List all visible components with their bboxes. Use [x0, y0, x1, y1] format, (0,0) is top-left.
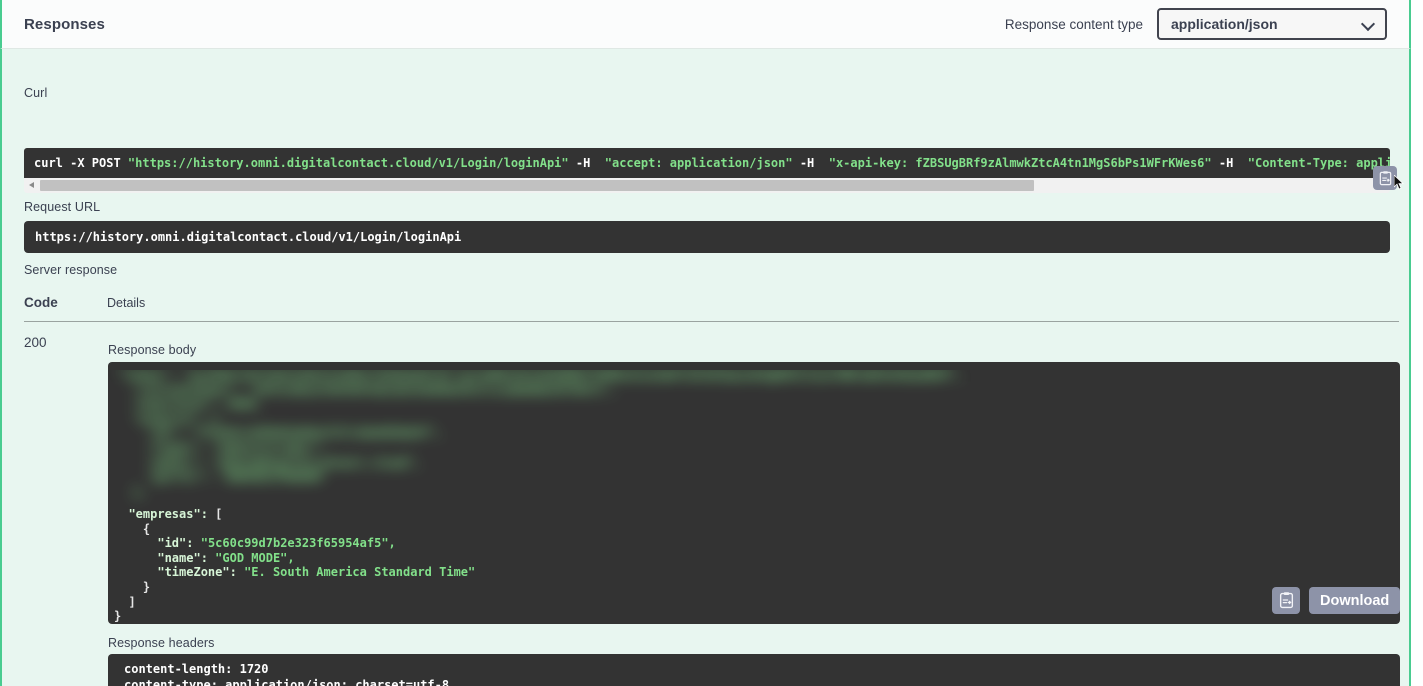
- curl-url: "https://history.omni.digitalcontact.clo…: [127, 156, 569, 170]
- response-headers-label: Response headers: [108, 636, 215, 650]
- responses-body-panel: Curl curl -X POST "https://history.omni.…: [0, 48, 1411, 686]
- curl-command-box[interactable]: curl -X POST "https://history.omni.digit…: [24, 148, 1390, 178]
- details-column-header: Details: [107, 296, 146, 310]
- response-body-json: "empresas": [ { "id": "5c60c99d7b2e323f6…: [114, 507, 475, 624]
- redacted-response-text: "token": "eyJhbGciOiJIUzI1NiIsInR5cCI6Ik…: [118, 370, 964, 499]
- status-code-value: 200: [24, 335, 47, 350]
- response-body-actions: Download: [1272, 587, 1401, 614]
- response-body-json-line: "id": "5c60c99d7b2e323f65954af5",: [157, 536, 396, 551]
- curl-header-apikey: "x-api-key: fZBSUgBRf9zAlmwkZtcA4tn1MgS6…: [828, 156, 1212, 170]
- curl-header-contenttype: "Content-Type: application/json": [1247, 156, 1390, 170]
- curl-horizontal-scrollbar[interactable]: [24, 178, 1390, 193]
- response-content-type-label: Response content type: [1004, 16, 1143, 32]
- chevron-down-icon: [1363, 18, 1375, 30]
- response-body-json-line: ]: [128, 594, 136, 609]
- redacted-response-region: "token": "eyJhbGciOiJIUzI1NiIsInR5cCI6Ik…: [108, 370, 1400, 510]
- swagger-responses-panel: Responses Response content type applicat…: [0, 0, 1423, 686]
- server-response-label: Server response: [24, 263, 118, 277]
- response-headers-box: content-length: 1720 content-type: applic…: [108, 654, 1400, 686]
- response-header-line: content-length: 1720: [124, 662, 269, 676]
- response-content-type-value: application/json: [1171, 16, 1278, 32]
- responses-header-bar: Responses Response content type applicat…: [0, 0, 1411, 48]
- copy-to-clipboard-icon[interactable]: [1272, 587, 1300, 614]
- table-divider: [24, 321, 1399, 322]
- page-title: Responses: [24, 15, 105, 33]
- response-body-json-line: "empresas": [: [128, 507, 223, 521]
- download-button[interactable]: Download: [1309, 587, 1401, 614]
- request-url-value: https://history.omni.digitalcontact.clou…: [35, 230, 462, 244]
- response-body-json-line: "timeZone": "E. South America Standard T…: [157, 565, 476, 580]
- scrollbar-thumb[interactable]: [40, 180, 1034, 191]
- curl-label: Curl: [24, 86, 48, 100]
- request-url-label: Request URL: [24, 200, 101, 214]
- response-content-type-group: Response content type application/json: [1005, 8, 1387, 40]
- code-column-header: Code: [24, 295, 58, 310]
- curl-header-accept: "accept: application/json": [604, 156, 793, 170]
- curl-flag-2: -H: [792, 156, 829, 170]
- response-content-type-select[interactable]: application/json: [1157, 8, 1387, 40]
- response-body-json-line: }: [142, 579, 151, 594]
- curl-flag-3: -H: [1211, 156, 1248, 170]
- response-body-json-line: {: [142, 521, 151, 536]
- response-header-line: content-type: application/json; charset=…: [124, 678, 450, 686]
- request-url-box: https://history.omni.digitalcontact.clou…: [24, 221, 1390, 253]
- curl-flag-1: -H: [568, 156, 605, 170]
- response-body-json-line: "name": "GOD MODE",: [157, 550, 295, 565]
- response-body-label: Response body: [108, 343, 197, 357]
- response-body-json-line: }: [114, 609, 122, 624]
- curl-prefix: curl -X POST: [34, 156, 128, 170]
- scroll-left-arrow-icon[interactable]: [24, 178, 40, 193]
